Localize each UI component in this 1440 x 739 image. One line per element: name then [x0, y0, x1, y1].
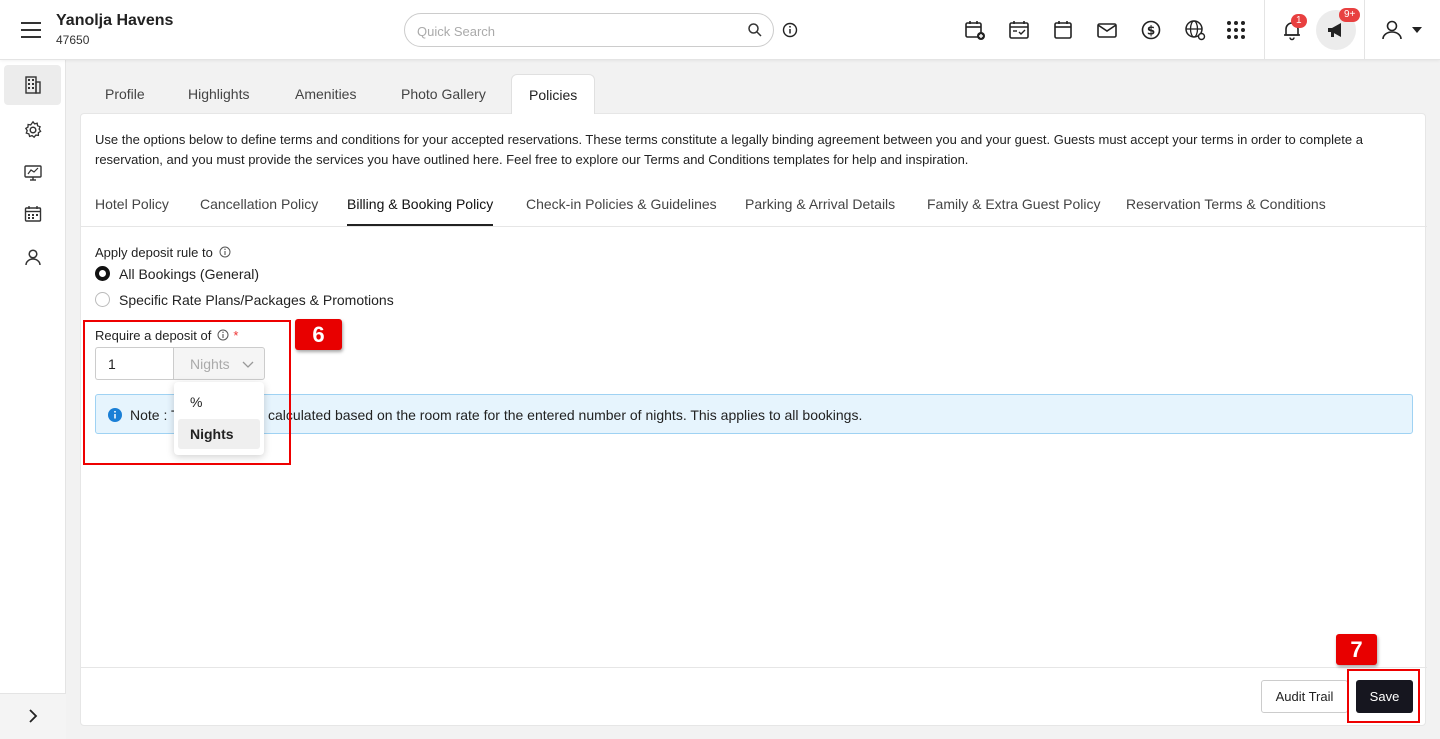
calendar-check-icon[interactable] — [1007, 18, 1031, 42]
deposit-note: Note : Tl be calculated based on the roo… — [95, 394, 1413, 434]
note-rest: l be calculated based on the room rate f… — [241, 407, 863, 423]
annotation-box-6 — [83, 320, 291, 465]
nav-settings[interactable] — [4, 110, 61, 150]
hotel-id: 47650 — [56, 33, 90, 47]
expand-sidebar-button[interactable] — [0, 693, 66, 739]
divider — [1364, 0, 1365, 60]
calendar-grid-icon — [24, 206, 42, 222]
search-input[interactable] — [417, 21, 737, 41]
search-icon[interactable] — [747, 22, 763, 38]
divider — [81, 226, 1427, 227]
radio-all-bookings-label[interactable]: All Bookings (General) — [119, 266, 259, 282]
svg-text:$: $ — [1147, 24, 1155, 38]
apply-deposit-text: Apply deposit rule to — [95, 245, 213, 260]
hotel-name: Yanolja Havens — [56, 12, 174, 29]
monitor-icon — [24, 165, 42, 181]
globe-icon[interactable] — [1183, 18, 1207, 42]
menu-icon[interactable] — [21, 22, 41, 38]
subtab-reservation-terms[interactable]: Reservation Terms & Conditions — [1126, 196, 1326, 226]
divider — [81, 667, 1427, 668]
nav-property[interactable] — [4, 65, 61, 105]
subtab-family-extra-guest[interactable]: Family & Extra Guest Policy — [927, 196, 1101, 226]
subtab-parking-arrival[interactable]: Parking & Arrival Details — [745, 196, 895, 226]
nav-users[interactable] — [4, 237, 61, 277]
calendar-icon[interactable] — [1051, 18, 1075, 42]
radio-specific-rate-plans-label[interactable]: Specific Rate Plans/Packages & Promotion… — [119, 292, 394, 308]
divider — [1264, 0, 1265, 60]
audit-trail-button[interactable]: Audit Trail — [1261, 680, 1348, 713]
tab-highlights[interactable]: Highlights — [171, 74, 266, 114]
user-icon — [25, 249, 41, 266]
nav-calendar[interactable] — [4, 194, 61, 234]
caret-down-icon — [1412, 27, 1422, 33]
annotation-label-7: 7 — [1336, 634, 1377, 665]
user-icon — [1382, 20, 1402, 40]
subtab-billing-booking-policy[interactable]: Billing & Booking Policy — [347, 196, 494, 226]
subtab-hotel-policy[interactable]: Hotel Policy — [95, 196, 169, 226]
apply-deposit-label: Apply deposit rule to — [95, 245, 231, 260]
mail-icon[interactable] — [1095, 18, 1119, 42]
user-menu[interactable] — [1380, 18, 1424, 42]
announcement-badge: 9+ — [1339, 8, 1361, 22]
quick-search — [404, 13, 774, 47]
tab-policies[interactable]: Policies — [511, 74, 596, 114]
chevron-right-icon — [29, 709, 38, 723]
tab-profile[interactable]: Profile — [88, 74, 162, 114]
gear-icon — [24, 120, 42, 139]
subtab-checkin-policies[interactable]: Check-in Policies & Guidelines — [526, 196, 717, 226]
calendar-add-icon[interactable] — [963, 18, 987, 42]
megaphone-icon — [1328, 23, 1341, 37]
apps-grid-icon[interactable] — [1224, 18, 1248, 42]
policies-description: Use the options below to define terms an… — [95, 132, 1363, 167]
subtab-cancellation-policy[interactable]: Cancellation Policy — [200, 196, 318, 226]
dollar-icon[interactable]: $ — [1139, 18, 1163, 42]
top-header: Yanolja Havens 47650 $ 1 9+ — [0, 0, 1440, 60]
annotation-label-6: 6 — [295, 319, 342, 350]
side-nav — [0, 60, 66, 739]
radio-specific-rate-plans[interactable] — [95, 292, 110, 307]
notification-badge: 1 — [1291, 14, 1307, 28]
nav-dashboard[interactable] — [4, 153, 61, 193]
tab-amenities[interactable]: Amenities — [278, 74, 373, 114]
tab-photo-gallery[interactable]: Photo Gallery — [384, 74, 503, 114]
building-icon — [25, 76, 41, 94]
info-icon[interactable] — [219, 246, 231, 258]
radio-all-bookings[interactable] — [95, 266, 110, 281]
info-icon[interactable] — [782, 22, 798, 38]
annotation-box-7 — [1347, 669, 1420, 723]
